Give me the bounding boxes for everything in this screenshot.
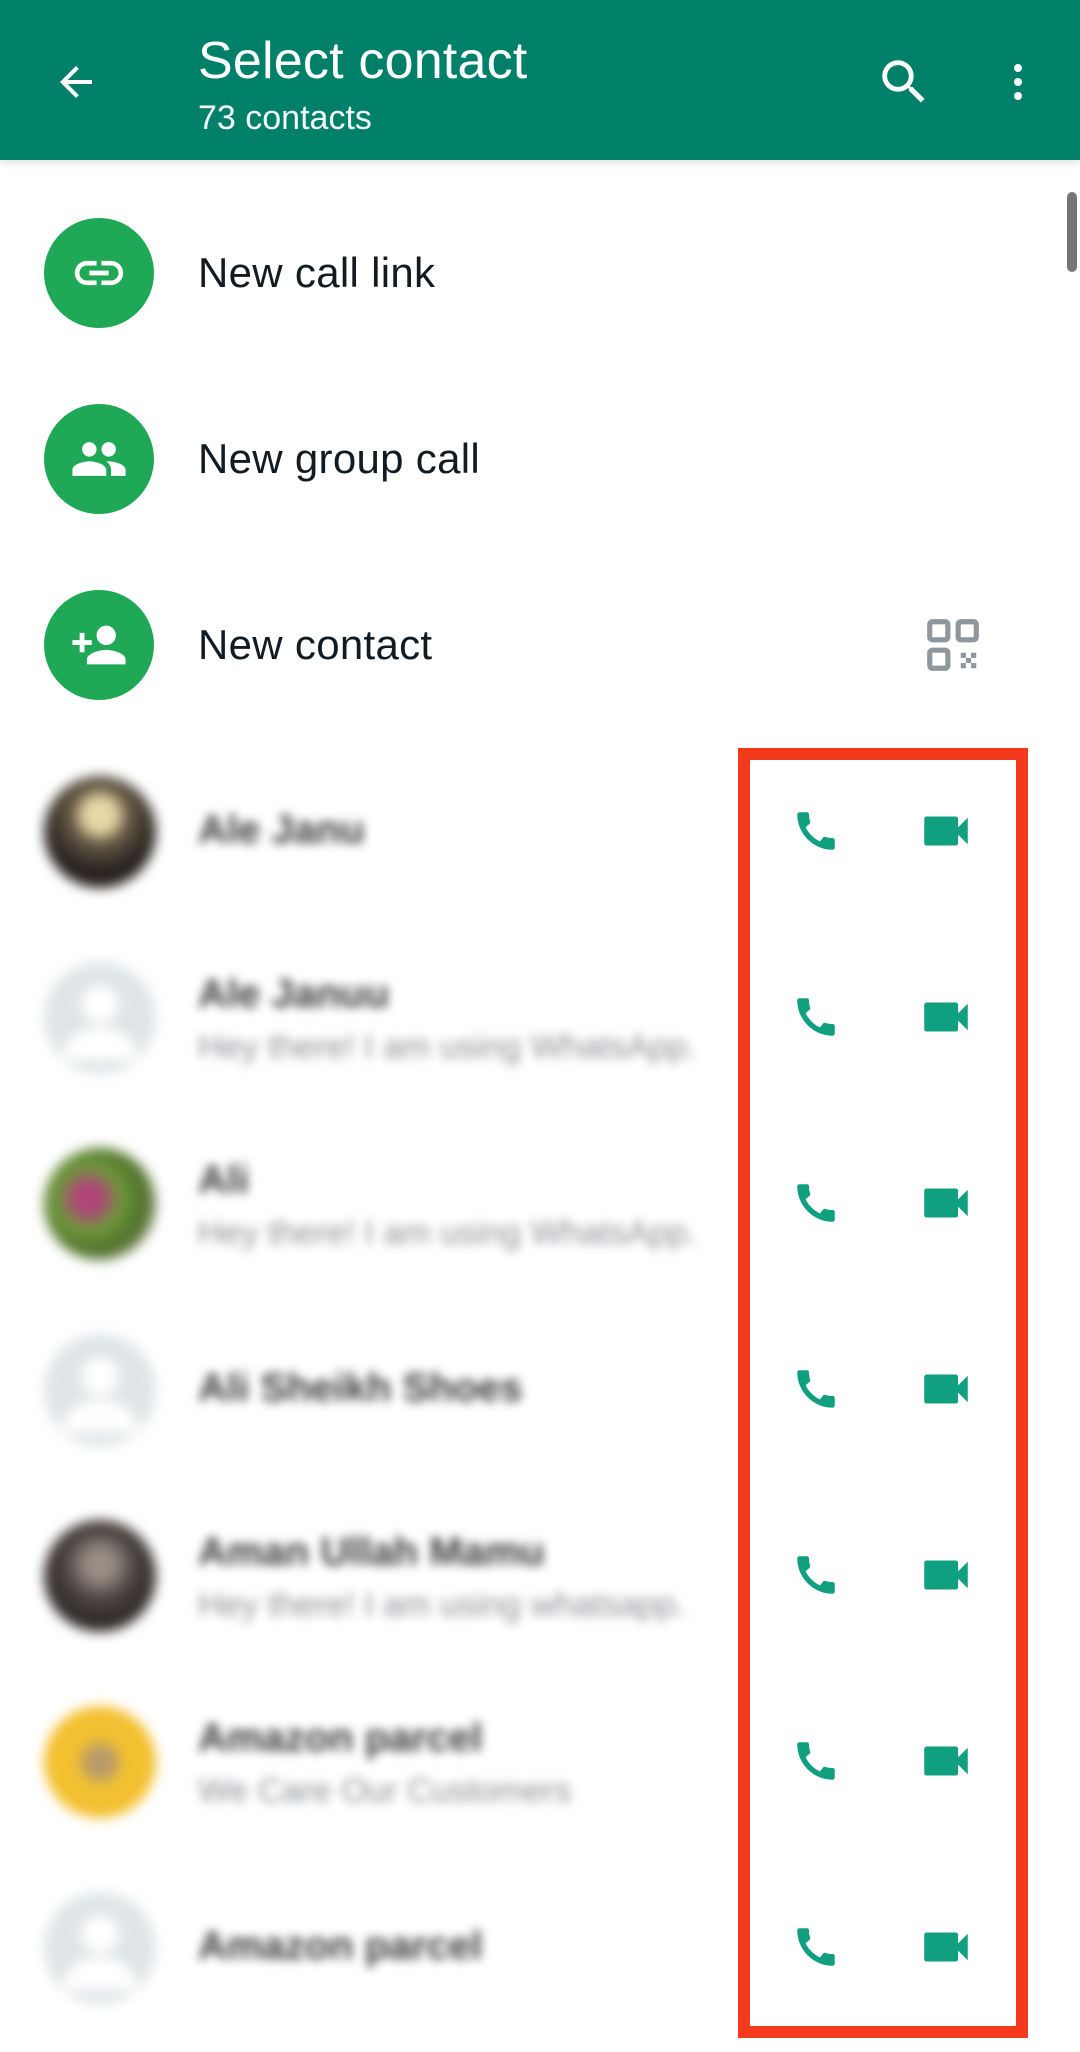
video-call-icon[interactable] — [910, 1353, 982, 1425]
qr-code-icon[interactable] — [918, 610, 988, 680]
contact-row[interactable]: Amazon parcel We Care Our Customers — [0, 1668, 1080, 1854]
contact-name: Ale Janu — [198, 808, 365, 852]
voice-call-icon[interactable] — [780, 1911, 852, 1983]
avatar — [44, 1334, 156, 1446]
back-arrow-icon[interactable] — [44, 50, 108, 114]
voice-call-icon[interactable] — [780, 795, 852, 867]
video-call-icon[interactable] — [910, 981, 982, 1053]
video-call-icon[interactable] — [910, 1911, 982, 1983]
contact-row[interactable]: Aman Ullah Mamu Hey there! I am using wh… — [0, 1482, 1080, 1668]
new-group-call-row[interactable]: New group call — [0, 366, 1080, 552]
app-bar: Select contact 73 contacts — [0, 0, 1080, 160]
contact-name: Amazon parcel — [198, 1716, 483, 1760]
video-call-icon[interactable] — [910, 1539, 982, 1611]
contact-name: Ali — [198, 1158, 250, 1202]
new-contact-row[interactable]: New contact — [0, 552, 1080, 738]
contact-status: Hey there! I am using WhatsApp. — [198, 1214, 697, 1252]
new-group-call-label: New group call — [198, 435, 480, 482]
person-add-icon — [44, 590, 154, 700]
video-call-icon[interactable] — [910, 1167, 982, 1239]
video-call-icon[interactable] — [910, 795, 982, 867]
avatar — [44, 776, 156, 888]
avatar — [44, 1520, 156, 1632]
contact-name: Ale Januu — [198, 972, 390, 1016]
voice-call-icon[interactable] — [780, 1725, 852, 1797]
avatar — [44, 1706, 156, 1818]
avatar — [44, 1148, 156, 1260]
contact-row[interactable]: Ali Hey there! I am using WhatsApp. — [0, 1110, 1080, 1296]
more-options-icon[interactable] — [990, 48, 1046, 116]
new-call-link-label: New call link — [198, 249, 436, 296]
new-contact-label: New contact — [198, 621, 433, 668]
voice-call-icon[interactable] — [780, 1539, 852, 1611]
group-icon — [44, 404, 154, 514]
contact-row[interactable]: Ale Janu — [0, 738, 1080, 924]
header-titles: Select contact 73 contacts — [198, 30, 527, 140]
contact-row[interactable]: Ale Januu Hey there! I am using WhatsApp… — [0, 924, 1080, 1110]
page-title: Select contact — [198, 32, 528, 90]
contact-name: Ali Sheikh Shoes — [198, 1366, 523, 1410]
contact-status: Hey there! I am using whatsapp. — [198, 1586, 686, 1624]
contact-status: We Care Our Customers — [198, 1772, 572, 1810]
avatar — [44, 1892, 156, 2004]
avatar — [44, 962, 156, 1074]
contact-name: Amazon parcel — [198, 1924, 483, 1968]
contact-status: Hey there! I am using WhatsApp. — [198, 1028, 697, 1066]
contact-row[interactable]: Ali Sheikh Shoes — [0, 1296, 1080, 1482]
video-call-icon[interactable] — [910, 1725, 982, 1797]
contact-row[interactable]: Amazon parcel — [0, 1854, 1080, 2040]
voice-call-icon[interactable] — [780, 1167, 852, 1239]
voice-call-icon[interactable] — [780, 1353, 852, 1425]
contact-count: 73 contacts — [198, 99, 372, 137]
new-call-link-row[interactable]: New call link — [0, 180, 1080, 366]
contact-name: Aman Ullah Mamu — [198, 1530, 545, 1574]
voice-call-icon[interactable] — [780, 981, 852, 1053]
search-icon[interactable] — [870, 48, 938, 116]
link-icon — [44, 218, 154, 328]
